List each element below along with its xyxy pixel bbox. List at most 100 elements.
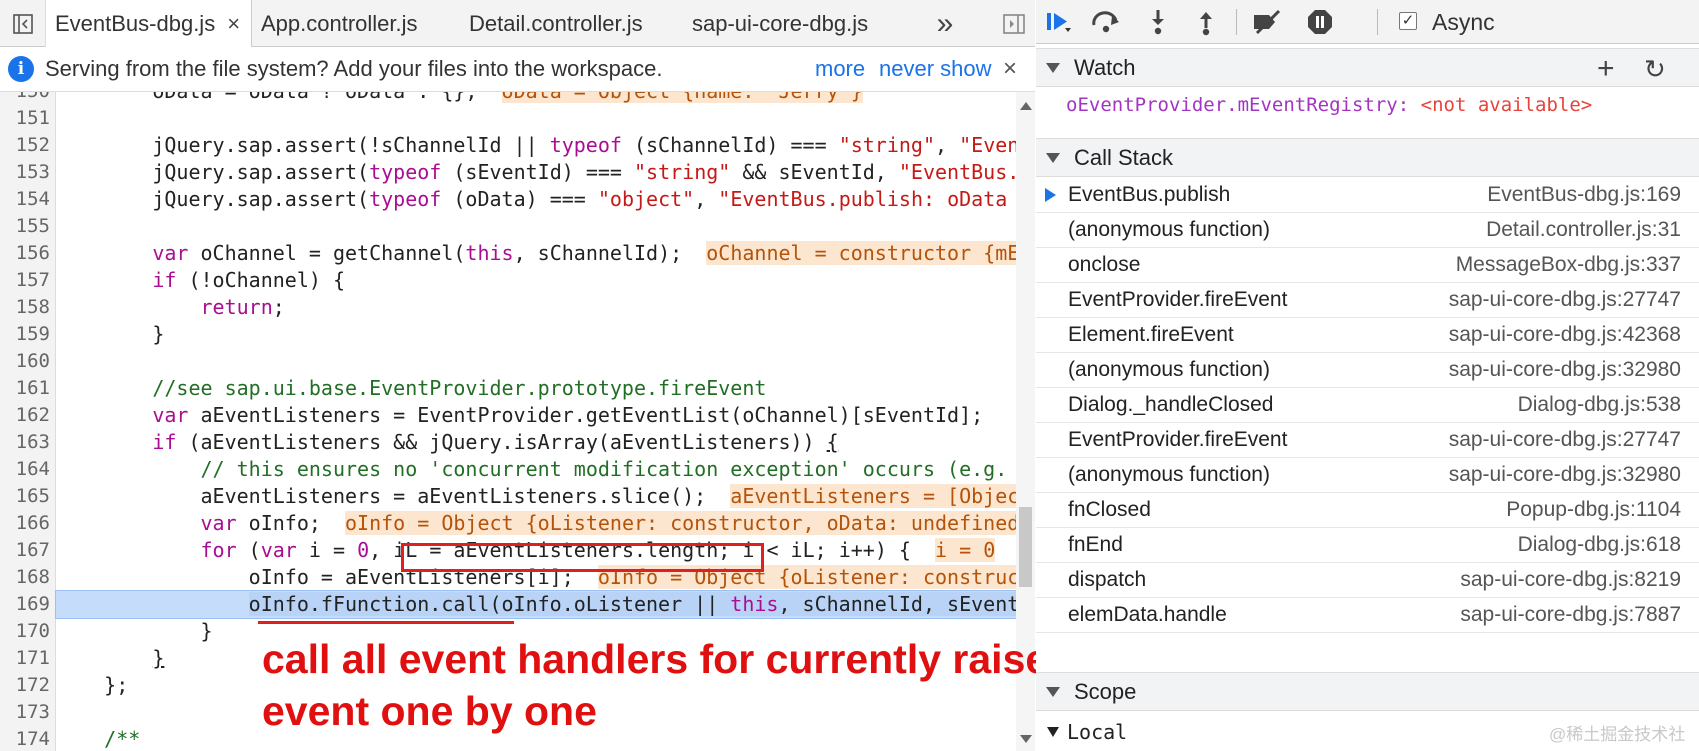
call-frame[interactable]: fnClosed Popup-dbg.js:1104 bbox=[1036, 493, 1699, 528]
line-number[interactable]: 159 bbox=[0, 321, 50, 348]
call-frame-location[interactable]: Popup-dbg.js:1104 bbox=[1506, 498, 1681, 522]
refresh-icon[interactable]: ↻ bbox=[1644, 54, 1666, 85]
deactivate-breakpoints-button[interactable] bbox=[1246, 0, 1290, 44]
call-frame-location[interactable]: sap-ui-core-dbg.js:8219 bbox=[1460, 568, 1681, 592]
line-number[interactable]: 158 bbox=[0, 294, 50, 321]
scroll-up-icon[interactable] bbox=[1020, 102, 1032, 110]
more-tabs-button[interactable]: » bbox=[920, 0, 970, 47]
add-watch-icon[interactable]: + bbox=[1597, 52, 1615, 86]
watch-expression-value: <not available> bbox=[1420, 94, 1593, 116]
call-frame[interactable]: onclose MessageBox-dbg.js:337 bbox=[1036, 248, 1699, 283]
call-frame[interactable]: Element.fireEvent sap-ui-core-dbg.js:4236… bbox=[1036, 318, 1699, 353]
close-icon[interactable]: × bbox=[227, 11, 240, 37]
watch-expression[interactable]: oEventProvider.mEventRegistry: <not avai… bbox=[1066, 90, 1592, 120]
call-frame-function: Element.fireEvent bbox=[1068, 323, 1234, 346]
code-line: } bbox=[56, 322, 165, 346]
line-number[interactable]: 165 bbox=[0, 483, 50, 510]
code-line: jQuery.sap.assert(typeof (sEventId) === … bbox=[56, 160, 1016, 184]
line-number[interactable]: 157 bbox=[0, 267, 50, 294]
call-frame[interactable]: dispatch sap-ui-core-dbg.js:8219 bbox=[1036, 563, 1699, 598]
tab-app-controller[interactable]: App.controller.js bbox=[261, 0, 418, 47]
line-number[interactable]: 174 bbox=[0, 726, 50, 751]
call-frame-function: fnClosed bbox=[1068, 498, 1151, 521]
line-number[interactable]: 152 bbox=[0, 132, 50, 159]
current-frame-arrow-icon bbox=[1045, 188, 1056, 202]
line-number[interactable]: 155 bbox=[0, 213, 50, 240]
line-number[interactable]: 172 bbox=[0, 672, 50, 699]
line-number[interactable]: 160 bbox=[0, 348, 50, 375]
workspace-infobar: i Serving from the file system? Add your… bbox=[0, 47, 1035, 92]
line-number[interactable]: 171 bbox=[0, 645, 50, 672]
call-frame-location[interactable]: sap-ui-core-dbg.js:42368 bbox=[1449, 323, 1681, 347]
more-link[interactable]: more bbox=[815, 56, 865, 82]
step-out-button[interactable] bbox=[1184, 0, 1228, 44]
line-number[interactable]: 169 bbox=[0, 591, 50, 618]
call-frame[interactable]: elemData.handle sap-ui-core-dbg.js:7887 bbox=[1036, 598, 1699, 633]
async-checkbox[interactable]: ✓ bbox=[1399, 12, 1417, 30]
tab-detail-controller[interactable]: Detail.controller.js bbox=[469, 0, 643, 47]
line-number[interactable]: 173 bbox=[0, 699, 50, 726]
line-number[interactable]: 163 bbox=[0, 429, 50, 456]
line-number[interactable]: 164 bbox=[0, 456, 50, 483]
close-icon[interactable]: × bbox=[1003, 55, 1017, 83]
code-line: return; bbox=[200, 295, 285, 319]
line-number[interactable]: 170 bbox=[0, 618, 50, 645]
call-frame-location[interactable]: sap-ui-core-dbg.js:32980 bbox=[1449, 358, 1681, 382]
call-frame[interactable]: EventProvider.fireEvent sap-ui-core-dbg.j… bbox=[1036, 283, 1699, 318]
call-frame-location[interactable]: EventBus-dbg.js:169 bbox=[1487, 183, 1681, 207]
scope-section-header[interactable]: Scope bbox=[1036, 672, 1699, 711]
never-show-link[interactable]: never show bbox=[879, 56, 992, 82]
call-frame-function: dispatch bbox=[1068, 568, 1147, 591]
tab-label: sap-ui-core-dbg.js bbox=[692, 10, 869, 36]
step-into-button[interactable] bbox=[1136, 0, 1180, 44]
async-label: Async bbox=[1432, 9, 1495, 35]
call-frame[interactable]: Dialog._handleClosed Dialog-dbg.js:538 bbox=[1036, 388, 1699, 423]
call-frame-location[interactable]: MessageBox-dbg.js:337 bbox=[1456, 253, 1681, 277]
step-into-icon bbox=[1152, 10, 1164, 35]
line-number[interactable]: 151 bbox=[0, 105, 50, 132]
tab-sap-ui-core[interactable]: sap-ui-core-dbg.js bbox=[692, 0, 868, 47]
call-frame-location[interactable]: sap-ui-core-dbg.js:7887 bbox=[1460, 603, 1681, 627]
watermark-text: @稀土掘金技术社区 bbox=[1549, 725, 1686, 751]
call-frame[interactable]: (anonymous function) Detail.controller.js… bbox=[1036, 213, 1699, 248]
line-number[interactable]: 150 bbox=[0, 92, 50, 105]
call-frame-function: fnEnd bbox=[1068, 533, 1123, 556]
call-stack-section-header[interactable]: Call Stack bbox=[1036, 138, 1699, 177]
step-over-button[interactable] bbox=[1084, 0, 1128, 44]
pause-on-exceptions-button[interactable] bbox=[1298, 0, 1342, 44]
line-number[interactable]: 153 bbox=[0, 159, 50, 186]
debugger-toggle-button[interactable] bbox=[992, 0, 1035, 47]
line-number[interactable]: 154 bbox=[0, 186, 50, 213]
watch-section-header[interactable]: Watch + ↻ bbox=[1036, 48, 1699, 87]
call-frame-location[interactable]: sap-ui-core-dbg.js:27747 bbox=[1449, 428, 1681, 452]
call-frame-location[interactable]: Detail.controller.js:31 bbox=[1486, 218, 1681, 242]
resume-button[interactable] bbox=[1036, 0, 1080, 44]
collapse-triangle-icon bbox=[1046, 686, 1060, 697]
line-gutter[interactable]: 1501511521531541551561571581591601611621… bbox=[0, 92, 56, 751]
scope-local-label: Local bbox=[1067, 720, 1128, 744]
call-frame-location[interactable]: sap-ui-core-dbg.js:32980 bbox=[1449, 463, 1681, 487]
line-number[interactable]: 161 bbox=[0, 375, 50, 402]
line-number[interactable]: 162 bbox=[0, 402, 50, 429]
line-number[interactable]: 166 bbox=[0, 510, 50, 537]
highlight-box bbox=[401, 543, 764, 572]
line-number[interactable]: 156 bbox=[0, 240, 50, 267]
line-number[interactable]: 167 bbox=[0, 537, 50, 564]
navigator-toggle-button[interactable] bbox=[0, 0, 46, 47]
call-frame[interactable]: EventProvider.fireEvent sap-ui-core-dbg.j… bbox=[1036, 423, 1699, 458]
scroll-thumb[interactable] bbox=[1019, 507, 1032, 587]
code-line: aEventListeners = aEventListeners.slice(… bbox=[56, 483, 1016, 510]
call-frame[interactable]: (anonymous function) sap-ui-core-dbg.js:3… bbox=[1036, 353, 1699, 388]
call-frame-location[interactable]: sap-ui-core-dbg.js:27747 bbox=[1449, 288, 1681, 312]
call-frame[interactable]: EventBus.publish EventBus-dbg.js:169 bbox=[1036, 178, 1699, 213]
call-frame-location[interactable]: Dialog-dbg.js:618 bbox=[1518, 533, 1681, 557]
tab-eventbus[interactable]: EventBus-dbg.js × bbox=[46, 0, 252, 48]
line-number[interactable]: 168 bbox=[0, 564, 50, 591]
call-frame[interactable]: (anonymous function) sap-ui-core-dbg.js:3… bbox=[1036, 458, 1699, 493]
section-title: Watch bbox=[1074, 54, 1136, 80]
code-line: var aEventListeners = EventProvider.getE… bbox=[152, 403, 984, 427]
collapse-triangle-icon bbox=[1046, 152, 1060, 163]
call-frame[interactable]: fnEnd Dialog-dbg.js:618 bbox=[1036, 528, 1699, 563]
call-frame-location[interactable]: Dialog-dbg.js:538 bbox=[1518, 393, 1681, 417]
